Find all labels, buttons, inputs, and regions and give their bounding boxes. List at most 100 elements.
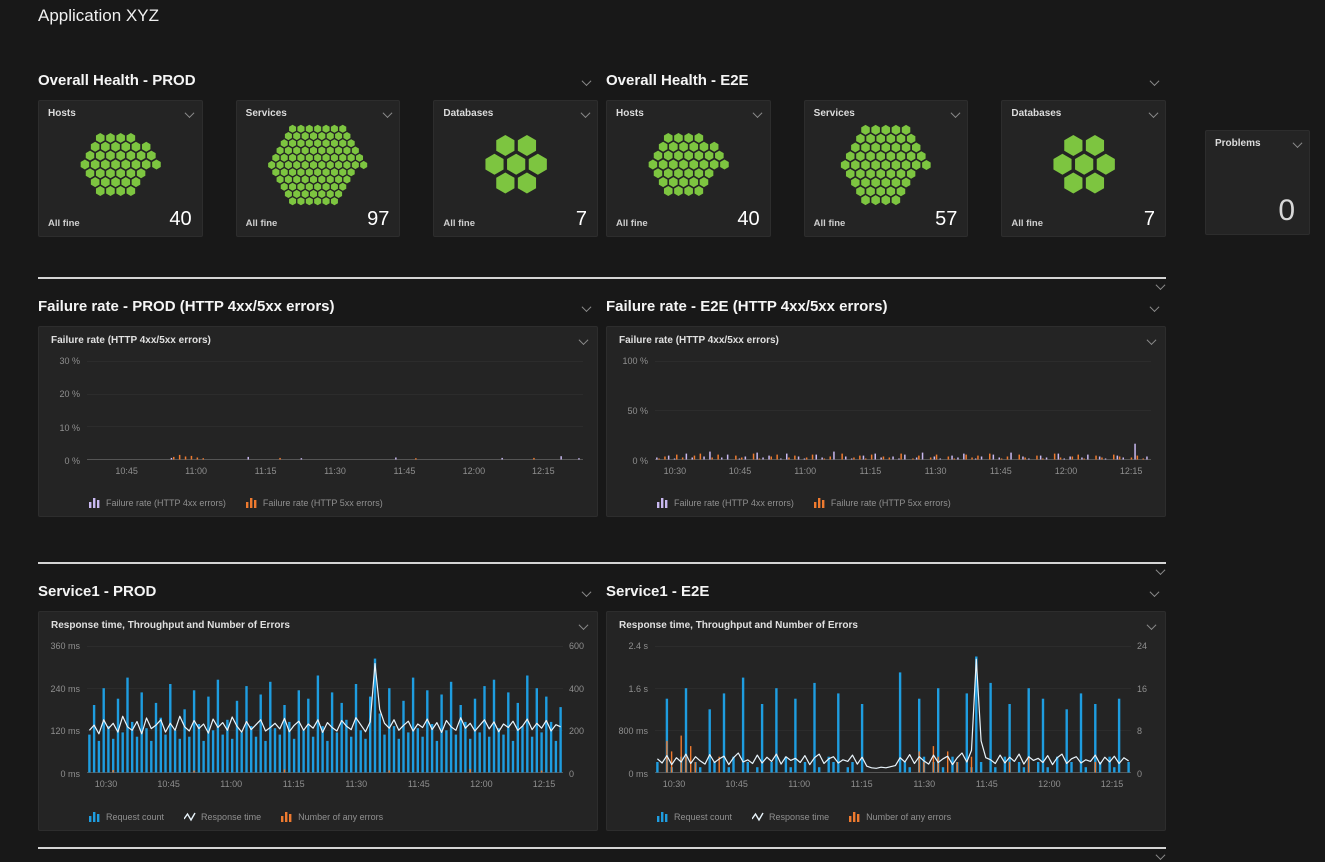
y-axis-tick-label: 10 % <box>59 423 80 433</box>
chart-plot-area[interactable] <box>87 361 583 461</box>
chevron-down-icon[interactable] <box>381 108 393 120</box>
health-tile-services-e2e[interactable]: Services All fine 57 <box>804 100 969 237</box>
y-axis-tick-label: 360 ms <box>50 641 80 651</box>
x-axis-tick-label: 11:30 <box>345 779 367 789</box>
legend-item[interactable]: Request count <box>657 811 732 822</box>
chevron-down-icon[interactable] <box>579 108 591 120</box>
page-title: Application XYZ <box>38 6 159 26</box>
chevron-down-icon[interactable] <box>577 335 589 347</box>
honeycomb-databases <box>434 120 597 209</box>
chevron-down-icon[interactable] <box>752 108 764 120</box>
y-axis-tick-label: 120 ms <box>50 726 80 736</box>
section-divider <box>38 562 1166 564</box>
legend-item[interactable]: Failure rate (HTTP 5xx errors) <box>246 497 383 508</box>
section-failure-rate-e2e: Failure rate - E2E (HTTP 4xx/5xx errors)… <box>606 298 1166 517</box>
problems-tile[interactable]: Problems 0 <box>1205 130 1310 235</box>
tile-group: Hosts All fine 40 Services <box>606 100 1166 237</box>
chevron-down-icon[interactable] <box>577 620 589 632</box>
tile-title: Services <box>246 108 287 120</box>
chart-tile-service1-prod[interactable]: Response time, Throughput and Number of … <box>38 611 598 831</box>
status-text: All fine <box>814 218 846 229</box>
legend-item[interactable]: Request count <box>89 811 164 822</box>
chevron-down-icon[interactable] <box>580 587 592 599</box>
honeycomb-hexagons <box>481 132 551 197</box>
x-axis-tick-label: 10:30 <box>663 779 686 789</box>
y-axis-tick-label: 0 % <box>632 456 648 466</box>
section-overall-health-e2e: Overall Health - E2E Hosts All fine 40 <box>606 72 1166 237</box>
legend-item[interactable]: Failure rate (HTTP 4xx errors) <box>657 497 794 508</box>
x-axis-tick-label: 10:30 <box>95 779 118 789</box>
health-tile-databases-e2e[interactable]: Databases All fine 7 <box>1001 100 1166 237</box>
health-tile-services-prod[interactable]: Services All fine 97 <box>236 100 401 237</box>
count-value: 40 <box>169 209 191 229</box>
legend-label: Number of any errors <box>298 812 383 822</box>
x-axis-tick-label: 11:45 <box>976 779 998 789</box>
chevron-down-icon[interactable] <box>1154 280 1166 292</box>
legend-item[interactable]: Number of any errors <box>281 811 383 822</box>
chevron-down-icon[interactable] <box>580 76 592 88</box>
legend-item[interactable]: Response time <box>752 811 829 822</box>
chevron-down-icon[interactable] <box>1291 138 1303 150</box>
chevron-down-icon[interactable] <box>1154 565 1166 577</box>
line-series-icon <box>752 811 764 822</box>
x-axis-tick-label: 12:00 <box>470 779 493 789</box>
chevron-down-icon[interactable] <box>1148 76 1160 88</box>
legend-item[interactable]: Failure rate (HTTP 4xx errors) <box>89 497 226 508</box>
chart-canvas[interactable] <box>87 646 563 774</box>
x-axis-tick-label: 11:45 <box>394 466 416 476</box>
chart-plot-area[interactable] <box>87 646 563 774</box>
chevron-down-icon[interactable] <box>1147 108 1159 120</box>
count-value: 40 <box>737 209 759 229</box>
chart-tile-service1-e2e[interactable]: Response time, Throughput and Number of … <box>606 611 1166 831</box>
chevron-down-icon[interactable] <box>580 302 592 314</box>
chart-legend: Failure rate (HTTP 4xx errors) Failure ra… <box>39 495 597 516</box>
section-divider <box>38 277 1166 279</box>
x-axis-tick-label: 12:15 <box>1101 779 1124 789</box>
section-header: Overall Health - E2E <box>606 72 1166 94</box>
chart-tile-failure-prod[interactable]: Failure rate (HTTP 4xx/5xx errors) 30 %2… <box>38 326 598 517</box>
x-axis-tick-label: 11:15 <box>851 779 873 789</box>
x-axis-tick-label: 10:45 <box>729 466 752 476</box>
section-failure-rate-prod: Failure rate - PROD (HTTP 4xx/5xx errors… <box>38 298 598 517</box>
service-row: Service1 - PROD Response time, Throughpu… <box>38 583 1166 831</box>
health-tile-databases-prod[interactable]: Databases All fine 7 <box>433 100 598 237</box>
chevron-down-icon[interactable] <box>1145 335 1157 347</box>
legend-item[interactable]: Number of any errors <box>849 811 951 822</box>
honeycomb-hexagons <box>78 131 163 198</box>
health-tile-hosts-e2e[interactable]: Hosts All fine 40 <box>606 100 771 237</box>
legend-label: Failure rate (HTTP 5xx errors) <box>263 498 383 508</box>
health-tile-hosts-prod[interactable]: Hosts All fine 40 <box>38 100 203 237</box>
x-axis-tick-label: 10:45 <box>157 779 180 789</box>
chevron-down-icon[interactable] <box>184 108 196 120</box>
section-divider <box>38 847 1166 849</box>
honeycomb-hexagons <box>1049 132 1119 197</box>
count-value: 97 <box>367 209 389 229</box>
legend-item[interactable]: Failure rate (HTTP 5xx errors) <box>814 497 951 508</box>
honeycomb-services <box>237 120 400 209</box>
chevron-down-icon[interactable] <box>1148 302 1160 314</box>
y-axis-tick-label: 30 % <box>59 356 80 366</box>
y-axis-tick-label: 0 ms <box>628 769 648 779</box>
chevron-down-icon[interactable] <box>1154 850 1166 862</box>
tile-group: Hosts All fine 40 Services <box>38 100 598 237</box>
chart-title: Response time, Throughput and Number of … <box>51 620 290 632</box>
chart-canvas[interactable] <box>655 646 1131 774</box>
chevron-down-icon[interactable] <box>1148 587 1160 599</box>
chevron-down-icon[interactable] <box>1145 620 1157 632</box>
y-axis-tick-label: 24 <box>1137 641 1147 651</box>
y-axis-tick-label: 0 % <box>64 456 80 466</box>
chart-tile-failure-e2e[interactable]: Failure rate (HTTP 4xx/5xx errors) 100 %… <box>606 326 1166 517</box>
chart-plot-area[interactable] <box>655 361 1151 461</box>
chart-title: Failure rate (HTTP 4xx/5xx errors) <box>619 335 779 347</box>
legend-item[interactable]: Response time <box>184 811 261 822</box>
x-axis: 10:3010:4511:0011:1511:3011:4512:0012:15 <box>655 774 1131 794</box>
x-axis-tick-label: 12:00 <box>1055 466 1078 476</box>
chart-canvas[interactable] <box>87 361 583 461</box>
legend-label: Request count <box>674 812 732 822</box>
tile-title: Hosts <box>616 108 644 120</box>
status-text: All fine <box>616 218 648 229</box>
chevron-down-icon[interactable] <box>949 108 961 120</box>
x-axis-tick-label: 12:00 <box>463 466 486 476</box>
chart-plot-area[interactable] <box>655 646 1131 774</box>
chart-canvas[interactable] <box>655 361 1151 461</box>
